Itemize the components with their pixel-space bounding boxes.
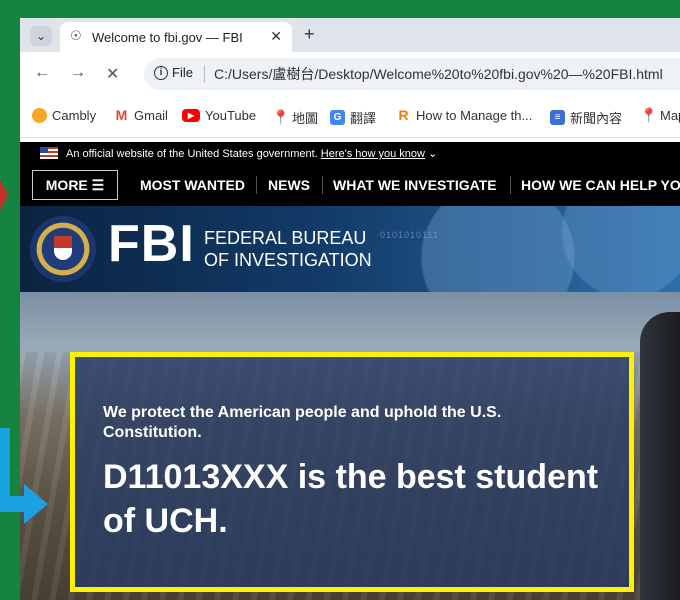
bookmark-youtube[interactable]: ▶ YouTube bbox=[182, 108, 256, 123]
bookmark-label: 翻譯 bbox=[350, 111, 377, 126]
nav-divider bbox=[256, 176, 257, 194]
bookmark-label: Gmail bbox=[134, 108, 168, 123]
fbi-seal-logo[interactable] bbox=[30, 216, 96, 282]
address-toolbar: ← → ✕ i File C:/Users/盧樹台/Desktop/Welcom… bbox=[20, 52, 680, 96]
gmail-icon: M bbox=[114, 107, 129, 123]
bookmark-label: 地圖 bbox=[292, 111, 319, 126]
bookmark-maps[interactable]: 📍 地圖 bbox=[272, 108, 318, 127]
fbi-favicon-icon: ☉ bbox=[70, 28, 82, 43]
nav-how-we-can-help[interactable]: HOW WE CAN HELP YO bbox=[521, 177, 680, 193]
maps-icon: 📍 bbox=[640, 107, 658, 123]
bookmark-label: YouTube bbox=[205, 108, 257, 123]
nav-divider bbox=[322, 176, 323, 194]
us-flag-icon bbox=[40, 147, 58, 159]
fbi-logo-text[interactable]: FBI bbox=[108, 214, 195, 274]
bookmark-how-to-manage[interactable]: R How to Manage th... bbox=[396, 107, 533, 124]
bookmark-map[interactable]: 📍 Map bbox=[640, 107, 680, 124]
tab-search-button[interactable]: ⌄ bbox=[30, 26, 52, 46]
translate-icon: G bbox=[330, 110, 345, 125]
tab-title: Welcome to fbi.gov — FBI bbox=[92, 30, 243, 45]
heres-how-you-know-link[interactable]: Here's how you know bbox=[321, 148, 425, 160]
fbi-name-line1: FEDERAL BUREAU bbox=[204, 228, 367, 248]
news-icon: ≡ bbox=[550, 110, 565, 125]
tab-active[interactable]: ☉ Welcome to fbi.gov — FBI ✕ bbox=[60, 22, 292, 52]
more-menu-button[interactable]: MORE ☰ bbox=[32, 170, 118, 200]
cambly-icon bbox=[32, 108, 47, 123]
bookmark-gmail[interactable]: M Gmail bbox=[114, 108, 168, 123]
hero-message-card: We protect the American people and uphol… bbox=[70, 352, 634, 592]
bookmark-translate[interactable]: G 翻譯 bbox=[330, 108, 376, 127]
bookmark-cambly[interactable]: Cambly bbox=[32, 108, 96, 123]
hero-subtitle: We protect the American people and uphol… bbox=[103, 404, 502, 441]
binary-decoration: 0101010111 bbox=[380, 230, 439, 240]
omnibox-divider bbox=[204, 65, 205, 83]
hero-headline: D11013XXX is the best student of UCH. bbox=[103, 458, 599, 540]
fbi-header: FBI FEDERAL BUREAU OF INVESTIGATION 0101… bbox=[20, 206, 680, 292]
r-icon: R bbox=[398, 107, 409, 123]
maps-icon: 📍 bbox=[272, 109, 290, 125]
url-text[interactable]: C:/Users/盧樹台/Desktop/Welcome%20to%20fbi.… bbox=[214, 64, 663, 84]
bookmark-label: How to Manage th... bbox=[416, 108, 533, 123]
forward-arrow-icon[interactable]: → bbox=[70, 64, 86, 82]
address-bar[interactable]: i File C:/Users/盧樹台/Desktop/Welcome%20to… bbox=[144, 58, 680, 90]
bookmarks-bar: Cambly M Gmail ▶ YouTube 📍 地圖 G 翻譯 R How… bbox=[20, 96, 680, 138]
chevron-down-icon[interactable]: ⌄ bbox=[428, 148, 437, 160]
world-map-graphic bbox=[420, 206, 680, 292]
nav-news[interactable]: NEWS bbox=[268, 177, 310, 193]
bookmark-label: 新聞內容 bbox=[570, 111, 623, 126]
file-label: File bbox=[172, 65, 193, 80]
new-tab-button[interactable]: + bbox=[304, 24, 315, 45]
gov-banner-text: An official website of the United States… bbox=[66, 148, 318, 160]
nav-divider bbox=[510, 176, 511, 194]
nav-most-wanted[interactable]: MOST WANTED bbox=[140, 177, 245, 193]
nav-what-we-investigate[interactable]: WHAT WE INVESTIGATE bbox=[333, 177, 497, 193]
youtube-icon: ▶ bbox=[182, 109, 200, 122]
info-icon[interactable]: i bbox=[154, 66, 168, 80]
gov-banner: An official website of the United States… bbox=[20, 142, 680, 164]
back-arrow-icon[interactable]: ← bbox=[34, 64, 50, 82]
browser-window: ⌄ ☉ Welcome to fbi.gov — FBI ✕ + ← → ✕ i… bbox=[20, 18, 680, 600]
bookmark-label: Cambly bbox=[52, 108, 97, 123]
pointer-arrow-icon bbox=[24, 484, 48, 524]
main-nav: MORE ☰ MOST WANTED NEWS WHAT WE INVESTIG… bbox=[20, 164, 680, 206]
tab-strip: ⌄ ☉ Welcome to fbi.gov — FBI ✕ + bbox=[20, 18, 680, 52]
stop-loading-icon[interactable]: ✕ bbox=[106, 64, 119, 84]
close-icon[interactable]: ✕ bbox=[270, 28, 282, 45]
hero-photo-figure bbox=[640, 312, 680, 600]
fbi-name-line2: OF INVESTIGATION bbox=[204, 250, 372, 270]
bookmark-label: Map bbox=[660, 108, 680, 123]
bookmark-news[interactable]: ≡ 新聞內容 bbox=[550, 108, 622, 127]
